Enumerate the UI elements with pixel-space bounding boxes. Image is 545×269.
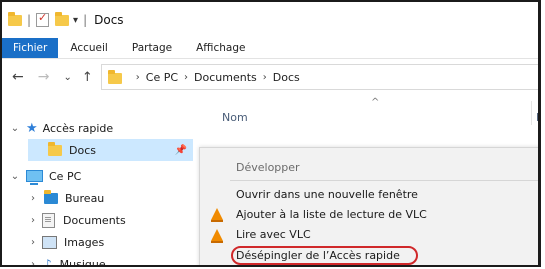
folder-icon [8, 11, 22, 26]
pc-icon [26, 170, 43, 185]
expand-chevron-icon[interactable]: ⌄ [8, 123, 22, 134]
menu-item-vlc-play[interactable]: Lire avec VLC [236, 228, 311, 241]
nav-item-musique[interactable]: › ♪ Musique [2, 253, 199, 267]
expand-chevron-icon[interactable]: › [26, 237, 40, 248]
star-icon: ★ [26, 120, 38, 136]
nav-item-label: Ce PC [49, 169, 82, 183]
menu-item-unpin-quick-access[interactable]: Désépingler de l’Accès rapide [236, 249, 400, 262]
breadcrumb-docs[interactable]: Docs [273, 71, 300, 84]
forward-arrow-icon[interactable]: → [38, 69, 50, 85]
ribbon-tabs: Fichier Accueil Partage Affichage [2, 38, 538, 59]
folder-icon [48, 141, 62, 156]
music-icon: ♪ [44, 257, 52, 267]
navigation-pane: ⌄ ★ Accès rapide Docs 📌 ⌄ Ce PC › Bureau… [2, 95, 199, 265]
nav-item-label: Accès rapide [42, 121, 114, 135]
column-divider[interactable] [531, 101, 532, 125]
title-bar: | ▾ | Docs [2, 2, 538, 38]
sort-ascending-icon: ^ [371, 97, 380, 108]
window-title: Docs [94, 13, 124, 27]
expand-chevron-icon[interactable]: ⌄ [8, 171, 22, 182]
desktop-folder-icon [44, 189, 58, 204]
nav-item-images[interactable]: › Images [2, 231, 199, 253]
context-menu: Développer Ouvrir dans une nouvelle fenê… [199, 147, 538, 265]
nav-item-bureau[interactable]: › Bureau [2, 187, 199, 209]
recent-locations-chevron-icon[interactable]: ⌄ [63, 72, 71, 83]
images-icon [42, 235, 57, 249]
nav-item-label: Documents [63, 213, 126, 227]
separator: | [83, 13, 88, 27]
chevron-right-icon[interactable]: › [184, 72, 188, 83]
separator: | [27, 13, 32, 27]
nav-item-documents[interactable]: › Documents [2, 209, 199, 231]
breadcrumb-ce-pc[interactable]: Ce PC [146, 71, 178, 84]
expand-chevron-icon[interactable]: › [26, 259, 40, 266]
nav-item-label: Images [64, 235, 105, 249]
nav-item-label: Musique [59, 257, 106, 267]
menu-item-developper[interactable]: Développer [236, 161, 300, 174]
nav-item-ce-pc[interactable]: ⌄ Ce PC [2, 165, 199, 187]
address-bar[interactable]: › Ce PC › Documents › Docs [100, 64, 538, 90]
nav-item-label: Docs [69, 143, 96, 157]
vlc-cone-icon [211, 229, 223, 243]
quick-access-dropdown-icon[interactable]: ▾ [73, 15, 78, 26]
column-header-nom[interactable]: Nom [222, 111, 248, 124]
expand-chevron-icon[interactable]: › [26, 193, 40, 204]
tab-partage[interactable]: Partage [120, 38, 184, 58]
pin-icon: 📌 [174, 144, 187, 156]
tab-accueil[interactable]: Accueil [58, 38, 120, 58]
column-header-modified[interactable]: Mo [536, 111, 538, 124]
nav-item-label: Bureau [65, 191, 105, 205]
menu-separator [230, 180, 538, 181]
explorer-window: | ▾ | Docs Fichier Accueil Partage Affic… [0, 0, 541, 267]
breadcrumb-documents[interactable]: Documents [194, 71, 257, 84]
up-arrow-icon[interactable]: ↑ [82, 70, 93, 85]
chevron-right-icon: › [135, 71, 140, 83]
tab-affichage[interactable]: Affichage [184, 38, 257, 58]
back-arrow-icon[interactable]: ← [12, 69, 24, 85]
chevron-right-icon[interactable]: › [263, 72, 267, 83]
navigation-bar: ← → ⌄ ↑ › Ce PC › Documents › Docs [2, 59, 538, 95]
nav-item-acces-rapide[interactable]: ⌄ ★ Accès rapide [2, 117, 199, 139]
nav-item-docs[interactable]: Docs 📌 [28, 139, 193, 161]
menu-item-vlc-add-playlist[interactable]: Ajouter à la liste de lecture de VLC [236, 208, 427, 221]
menu-item-open-new-window[interactable]: Ouvrir dans une nouvelle fenêtre [236, 188, 418, 201]
properties-check-icon[interactable] [36, 11, 50, 27]
expand-chevron-icon[interactable]: › [26, 215, 40, 226]
vlc-cone-icon [211, 208, 223, 222]
new-folder-icon[interactable] [55, 11, 70, 26]
tab-fichier[interactable]: Fichier [2, 38, 59, 58]
folder-icon [107, 69, 122, 84]
documents-icon [42, 212, 55, 228]
